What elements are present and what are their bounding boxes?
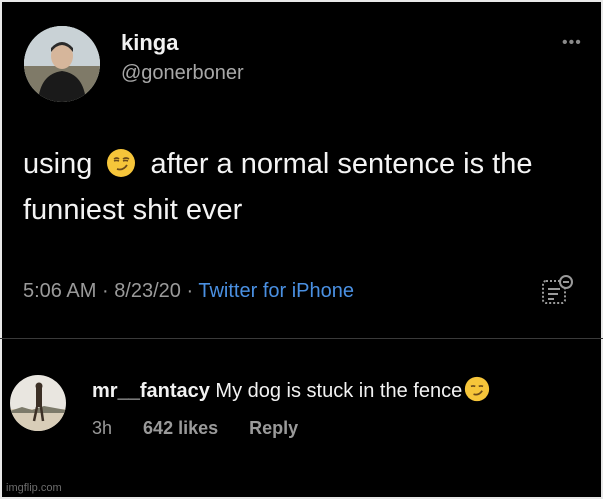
reply-button[interactable]: Reply bbox=[249, 418, 298, 438]
more-options-icon[interactable]: ••• bbox=[562, 34, 582, 52]
smirking-face-emoji-icon bbox=[106, 146, 136, 177]
comment-line: mr__fantacy My dog is stuck in the fence bbox=[92, 376, 490, 403]
tweet-text: using after a normal sentence is the fun… bbox=[23, 141, 583, 233]
smirking-face-emoji-icon bbox=[464, 376, 490, 402]
author-handle[interactable]: @gonerboner bbox=[121, 62, 244, 85]
author-avatar[interactable] bbox=[24, 26, 100, 102]
tweet-text-part1: using bbox=[23, 148, 93, 180]
meta-separator: · bbox=[186, 280, 194, 302]
watermark: imgflip.com bbox=[6, 482, 62, 494]
section-divider bbox=[0, 338, 603, 339]
tweet-analytics-icon[interactable] bbox=[539, 273, 575, 309]
author-display-name[interactable]: kinga bbox=[121, 30, 178, 56]
comment-age: 3h bbox=[92, 418, 113, 438]
tweet-text-part2: after a normal sentence is the funniest … bbox=[23, 148, 533, 226]
commenter-username[interactable]: mr__fantacy bbox=[92, 380, 210, 402]
commenter-avatar[interactable] bbox=[10, 375, 66, 431]
meta-separator: · bbox=[101, 280, 109, 302]
tweet-date: 8/23/20 bbox=[114, 280, 181, 302]
tweet-source-link[interactable]: Twitter for iPhone bbox=[198, 280, 354, 302]
comment-meta: 3h 642 likes Reply bbox=[92, 418, 324, 439]
comment-text: My dog is stuck in the fence bbox=[215, 380, 463, 402]
comment-likes[interactable]: 642 likes bbox=[143, 418, 218, 438]
tweet-meta: 5:06 AM · 8/23/20 · Twitter for iPhone bbox=[23, 280, 354, 303]
tweet-time: 5:06 AM bbox=[23, 280, 97, 302]
